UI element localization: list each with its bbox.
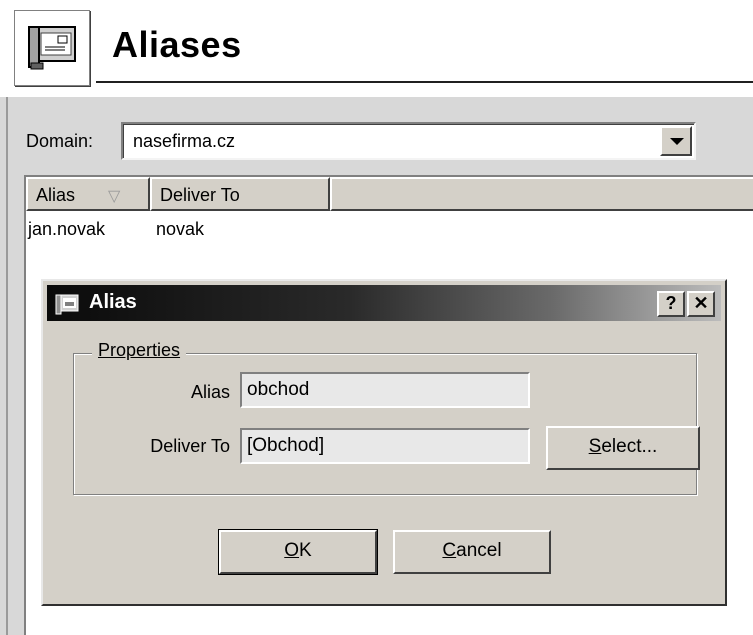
properties-group-label: Properties [92, 340, 187, 361]
header-divider [96, 81, 753, 83]
deliver-to-label: Deliver To [150, 436, 230, 456]
cell-alias: jan.novak [28, 219, 106, 239]
close-icon: ✕ [693, 293, 709, 313]
domain-select[interactable]: nasefirma.cz [121, 122, 696, 160]
column-header-alias[interactable]: Alias ▽ [26, 177, 150, 211]
dialog-titlebar[interactable]: Alias ? ✕ [47, 285, 721, 321]
cell-deliver-to: novak [156, 219, 205, 239]
mail-server-icon [55, 294, 79, 315]
domain-selected-value: nasefirma.cz [133, 131, 236, 151]
sort-descending-icon: ▽ [108, 188, 121, 205]
ok-button[interactable]: OK [218, 529, 378, 575]
list-item[interactable]: jan.novak novak [26, 217, 753, 243]
close-button[interactable]: ✕ [687, 291, 715, 317]
column-header-alias-label: Alias [36, 185, 76, 205]
help-button[interactable]: ? [657, 291, 685, 317]
alias-label: Alias [190, 382, 230, 402]
cancel-button[interactable]: Cancel [393, 530, 551, 574]
page-title: Aliases [112, 24, 242, 65]
column-header-deliver-to-label: Deliver To [160, 185, 240, 205]
properties-group: Properties Alias obchod Deliver To [Obch… [73, 340, 700, 495]
aliases-icon-frame [14, 10, 90, 86]
mail-server-icon [28, 26, 76, 70]
page-header: Aliases [0, 0, 753, 96]
list-header: Alias ▽ Deliver To [26, 177, 753, 211]
alias-dialog: Alias ? ✕ Properties Alias obchod Delive… [41, 279, 727, 606]
select-button[interactable]: Select... [546, 426, 700, 470]
panel-edge [6, 97, 8, 635]
domain-label: Domain: [26, 131, 94, 151]
alias-input[interactable]: obchod [240, 372, 530, 408]
deliver-to-input[interactable]: [Obchod] [240, 428, 530, 464]
column-header-filler [330, 177, 753, 211]
column-header-deliver-to[interactable]: Deliver To [150, 177, 330, 211]
dialog-title: Alias [89, 291, 137, 313]
chevron-down-icon[interactable] [660, 126, 692, 156]
